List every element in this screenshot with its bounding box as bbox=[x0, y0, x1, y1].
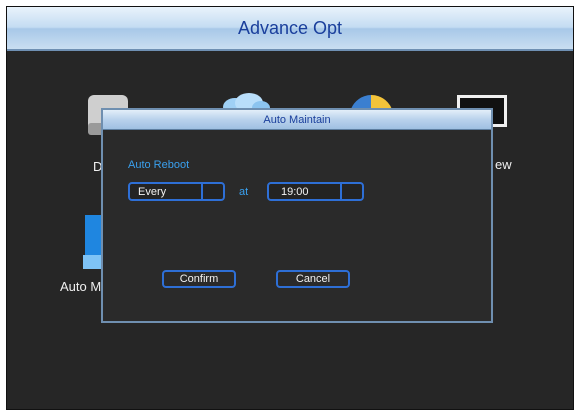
auto-maintain-dialog: Auto Maintain Auto Reboot Every at 19:00… bbox=[101, 108, 493, 323]
window-titlebar: Advance Opt bbox=[7, 7, 573, 51]
time-select[interactable]: 19:00 bbox=[267, 182, 364, 201]
frequency-value: Every bbox=[138, 185, 167, 198]
auto-reboot-label: Auto Reboot bbox=[128, 159, 190, 171]
frequency-dropdown-button[interactable] bbox=[201, 184, 223, 199]
dialog-title: Auto Maintain bbox=[263, 113, 331, 126]
cancel-button[interactable]: Cancel bbox=[276, 270, 350, 288]
background-label-ew: ew bbox=[495, 157, 512, 172]
background-label-auto-m: Auto M bbox=[60, 279, 102, 294]
dialog-titlebar: Auto Maintain bbox=[103, 110, 491, 130]
frequency-select[interactable]: Every bbox=[128, 182, 225, 201]
advance-opt-window: Advance Opt D ew Auto M Auto Maintain Au… bbox=[6, 6, 574, 410]
confirm-button[interactable]: Confirm bbox=[162, 270, 236, 288]
time-dropdown-button[interactable] bbox=[340, 184, 362, 199]
at-label: at bbox=[239, 186, 249, 198]
time-value: 19:00 bbox=[281, 185, 309, 198]
window-title: Advance Opt bbox=[237, 17, 343, 38]
